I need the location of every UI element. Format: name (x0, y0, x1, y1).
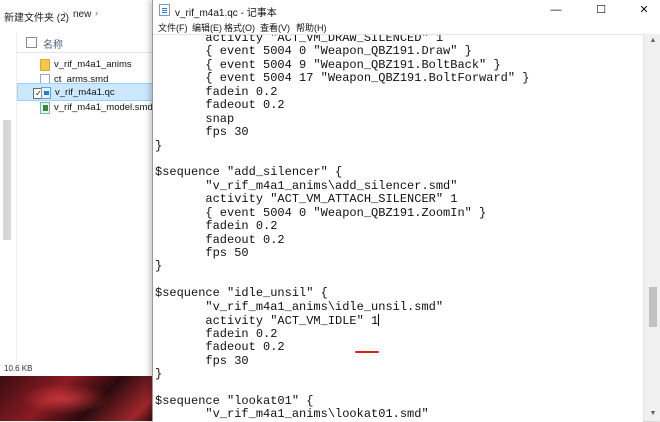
breadcrumb-folder[interactable]: 新建文件夹 (2) (4, 9, 69, 24)
folder-icon (40, 59, 50, 71)
scroll-thumb[interactable] (649, 287, 657, 327)
editor-content[interactable]: activity "ACT_VM_DRAW_SILENCED" 1 { even… (155, 34, 529, 422)
code-line: fadeout 0.2 (155, 234, 529, 247)
breadcrumb-separator: › (63, 8, 66, 18)
menu-help[interactable]: 帮助(H) (296, 21, 327, 34)
code-line: { event 5004 0 "Weapon_QBZ191.ZoomIn" } (155, 207, 529, 220)
qc-file-icon (41, 87, 51, 99)
code-line: { event 5004 9 "Weapon_QBZ191.BoltBack" … (155, 59, 529, 72)
code-line: fadein 0.2 (155, 328, 529, 341)
code-line: fps 30 (155, 126, 529, 139)
code-line: } (155, 260, 529, 273)
menu-file[interactable]: 文件(F) (158, 21, 188, 34)
desktop-wallpaper (0, 376, 160, 421)
code-line: { event 5004 0 "Weapon_QBZ191.Draw" } (155, 45, 529, 58)
column-header-name[interactable]: 名称 (17, 32, 160, 53)
code-line: $sequence "add_silencer" { (155, 166, 529, 179)
text-caret (378, 314, 379, 326)
title-bar[interactable]: v_rif_m4a1.qc - 记事本 — ☐ ✕ (153, 0, 660, 20)
window-title: v_rif_m4a1.qc - 记事本 (175, 4, 277, 19)
code-line: fps 50 (155, 247, 529, 260)
code-line: fadeout 0.2 (155, 341, 529, 354)
code-line: "v_rif_m4a1_anims\add_silencer.smd" (155, 180, 529, 193)
navigation-scrollbar[interactable] (3, 120, 11, 240)
menu-view[interactable]: 查看(V) (260, 21, 290, 34)
status-bar: 10.6 KB (0, 362, 160, 376)
code-line: $sequence "idle_unsil" { (155, 287, 529, 300)
code-line: { event 5004 17 "Weapon_QBZ191.BoltForwa… (155, 72, 529, 85)
scroll-down-arrow-icon[interactable]: ▼ (644, 407, 660, 421)
code-line: fadein 0.2 (155, 220, 529, 233)
maximize-button[interactable]: ☐ (584, 0, 618, 20)
menu-format[interactable]: 格式(O) (224, 21, 255, 34)
menu-edit[interactable]: 编辑(E) (192, 21, 222, 34)
column-header-label: 名称 (43, 36, 63, 51)
code-line (155, 381, 529, 394)
file-list: 名称 v_rif_m4a1_anims ct_arms.smd ✓ v_rif_… (17, 32, 160, 370)
list-item[interactable]: v_rif_m4a1_model.smd (17, 99, 160, 117)
scroll-up-arrow-icon[interactable]: ▲ (644, 34, 660, 48)
close-button[interactable]: ✕ (627, 0, 660, 20)
smd-file-icon (40, 102, 50, 114)
minimize-button[interactable]: — (539, 0, 573, 20)
code-line: } (155, 368, 529, 381)
breadcrumb-new[interactable]: new (73, 9, 91, 20)
file-name: v_rif_m4a1_anims (54, 59, 132, 70)
text-editor[interactable]: activity "ACT_VM_DRAW_SILENCED" 1 { even… (153, 34, 643, 422)
select-all-checkbox[interactable] (26, 37, 37, 48)
code-line: snap (155, 113, 529, 126)
notepad-window: v_rif_m4a1.qc - 记事本 — ☐ ✕ 文件(F) 编辑(E) 格式… (152, 0, 660, 421)
annotation-underline (355, 351, 379, 353)
code-line (155, 153, 529, 166)
file-name: v_rif_m4a1.qc (55, 87, 115, 98)
code-line: activity "ACT_VM_IDLE" 1 (155, 314, 529, 327)
code-line (155, 274, 529, 287)
code-line: fadeout 0.2 (155, 99, 529, 112)
code-line: fadein 0.2 (155, 86, 529, 99)
code-line: $sequence "lookat01" { (155, 395, 529, 408)
vertical-scrollbar[interactable]: ▲ ▼ (643, 34, 660, 421)
code-line: activity "ACT_VM_ATTACH_SILENCER" 1 (155, 193, 529, 206)
navigation-pane[interactable] (0, 32, 17, 370)
notepad-icon (159, 4, 170, 16)
file-name: v_rif_m4a1_model.smd (54, 102, 153, 113)
code-line: "v_rif_m4a1_anims\idle_unsil.smd" (155, 301, 529, 314)
code-line: } (155, 140, 529, 153)
breadcrumb-separator-trailing[interactable]: › (95, 8, 98, 18)
menu-bar: 文件(F) 编辑(E) 格式(O) 查看(V) 帮助(H) (153, 20, 660, 34)
status-size: 10.6 KB (4, 364, 32, 373)
code-line: fps 30 (155, 355, 529, 368)
code-line: "v_rif_m4a1_anims\lookat01.smd" (155, 408, 529, 421)
